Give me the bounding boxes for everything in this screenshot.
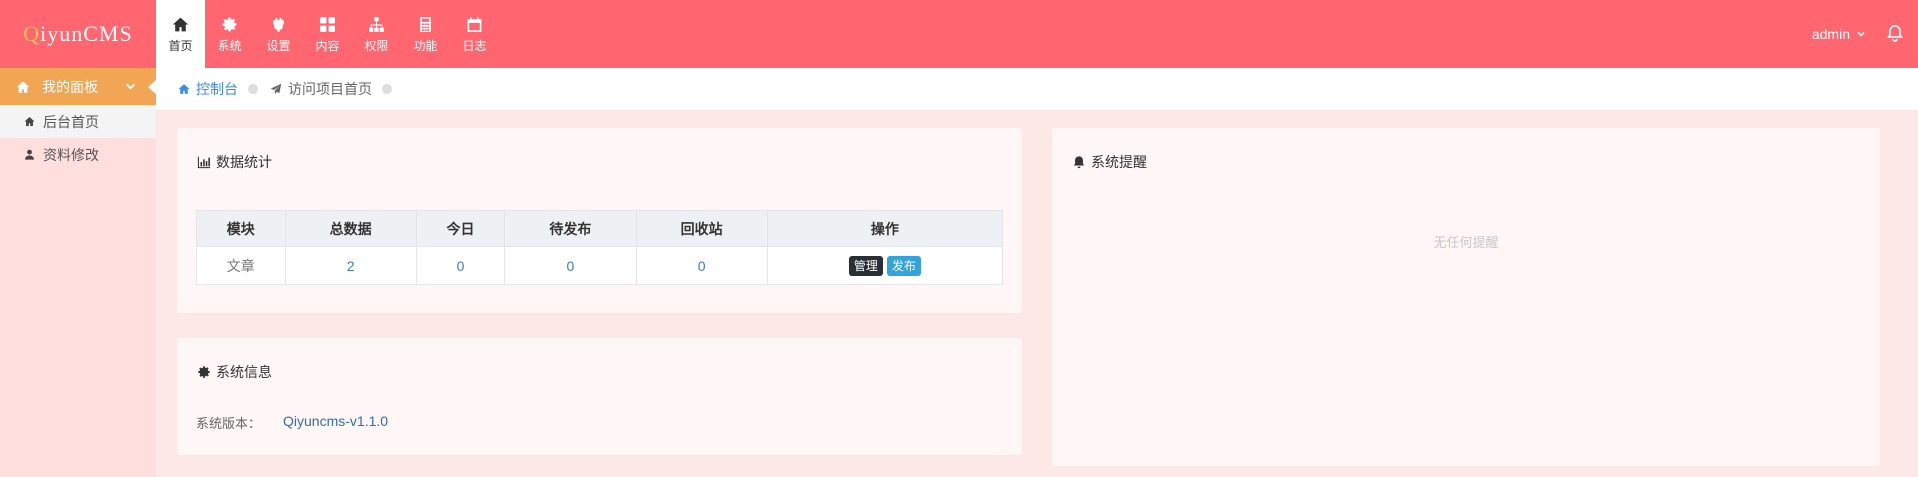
- gear-icon: [198, 366, 210, 378]
- system-info-card: 系统信息 系统版本： Qiyuncms-v1.1.0: [177, 338, 1022, 455]
- user-menu[interactable]: admin: [1812, 26, 1866, 42]
- total-cell[interactable]: 2: [284, 246, 417, 285]
- nav-label: 系统: [217, 39, 242, 53]
- brand-logo[interactable]: QiyunCMS: [0, 0, 156, 68]
- breadcrumb-page-label: 访问项目首页: [288, 81, 372, 97]
- system-alerts-title: 系统提醒: [1072, 152, 1147, 172]
- sidebar-item-label: 资料修改: [43, 146, 99, 163]
- table-row: 文章 2 0 0 0 管理 发布: [196, 246, 1004, 285]
- user-icon: [25, 149, 34, 160]
- actions-cell: 管理 发布: [766, 246, 1004, 285]
- user-name: admin: [1811, 26, 1850, 42]
- today-cell[interactable]: 0: [415, 246, 506, 285]
- nav-label: 首页: [168, 39, 193, 53]
- breadcrumb-separator: [382, 84, 392, 94]
- home-icon: [16, 80, 30, 93]
- bell-icon[interactable]: [1886, 24, 1906, 44]
- stats-card: 数据统计 模块 总数据 今日 待发布 回收站 操作 文章 2 0 0 0 管理发…: [177, 128, 1022, 313]
- system-info-title-text: 系统信息: [216, 364, 272, 380]
- table-header-row: 模块 总数据 今日 待发布 回收站 操作: [196, 210, 1004, 247]
- paper-plane-icon: [270, 83, 282, 95]
- column-header: 操作: [766, 210, 1004, 247]
- nav-label: 日志: [462, 39, 487, 53]
- grid-icon: [319, 14, 336, 34]
- nav-label: 内容: [315, 39, 340, 53]
- sidebar-item-profile[interactable]: 资料修改: [0, 138, 156, 171]
- sidebar-item-dashboard[interactable]: 后台首页: [0, 105, 156, 138]
- bar-chart-icon: [197, 156, 211, 169]
- pending-cell[interactable]: 0: [504, 246, 637, 285]
- nav-content[interactable]: 内容: [303, 0, 352, 68]
- stats-title-text: 数据统计: [216, 154, 272, 170]
- nav-system[interactable]: 系统: [205, 0, 254, 68]
- sidebar-panel-header[interactable]: 我的面板: [0, 68, 157, 105]
- plugin-icon: [270, 14, 287, 34]
- sitemap-icon: [368, 14, 385, 34]
- trash-cell[interactable]: 0: [635, 246, 768, 285]
- column-header: 待发布: [504, 210, 637, 247]
- sidebar: 我的面板 后台首页 资料修改: [0, 68, 157, 477]
- module-cell: 文章: [196, 246, 286, 285]
- system-alerts-card: 系统提醒 无任何提醒: [1052, 128, 1880, 466]
- nav-permissions[interactable]: 权限: [352, 0, 401, 68]
- breadcrumb-home[interactable]: 控制台: [178, 79, 238, 99]
- breadcrumb-page[interactable]: 访问项目首页: [270, 79, 372, 99]
- bell-icon: [1073, 156, 1085, 169]
- chevron-down-icon: [125, 83, 136, 90]
- manage-button[interactable]: 管理: [848, 255, 883, 276]
- system-info-title: 系统信息: [197, 362, 272, 382]
- logo-text: iyunCMS: [40, 21, 133, 46]
- system-alerts-title-text: 系统提醒: [1091, 154, 1147, 170]
- home-icon: [24, 117, 35, 126]
- version-value[interactable]: Qiyuncms-v1.1.0: [283, 413, 388, 432]
- nav-home[interactable]: 首页: [156, 0, 205, 68]
- nav-label: 权限: [364, 39, 389, 53]
- nav-functions[interactable]: 功能: [401, 0, 450, 68]
- publish-button[interactable]: 发布: [886, 255, 921, 276]
- stats-card-title: 数据统计: [197, 152, 272, 172]
- calendar-icon: [466, 14, 483, 34]
- breadcrumb-separator: [248, 84, 258, 94]
- sidebar-header-label: 我的面板: [42, 78, 98, 95]
- top-navbar: QiyunCMS 首页 系统 设置 内容 权限 功能 日志 admin: [0, 0, 1918, 68]
- gear-icon: [221, 14, 238, 34]
- home-icon: [172, 14, 189, 34]
- version-label: 系统版本：: [196, 416, 262, 431]
- breadcrumb-home-label: 控制台: [196, 81, 238, 97]
- version-row: 系统版本： Qiyuncms-v1.1.0: [196, 413, 388, 432]
- nav-label: 设置: [266, 39, 291, 53]
- nav-settings[interactable]: 设置: [254, 0, 303, 68]
- sidebar-item-label: 后台首页: [43, 113, 99, 130]
- nav-logs[interactable]: 日志: [450, 0, 499, 68]
- nav-label: 功能: [413, 39, 438, 53]
- column-header: 总数据: [284, 210, 417, 247]
- column-header: 回收站: [635, 210, 768, 247]
- empty-alerts-message: 无任何提醒: [1433, 235, 1499, 250]
- column-header: 今日: [415, 210, 506, 247]
- breadcrumb: 控制台 访问项目首页: [156, 68, 1918, 110]
- calculator-icon: [417, 14, 434, 34]
- main-nav: 首页 系统 设置 内容 权限 功能 日志: [156, 0, 499, 68]
- chevron-down-icon: [1856, 26, 1866, 42]
- column-header: 模块: [196, 210, 286, 247]
- home-icon: [178, 84, 190, 94]
- stats-table: 模块 总数据 今日 待发布 回收站 操作 文章 2 0 0 0 管理 发布: [196, 210, 1004, 285]
- logo-letter: Q: [23, 21, 41, 46]
